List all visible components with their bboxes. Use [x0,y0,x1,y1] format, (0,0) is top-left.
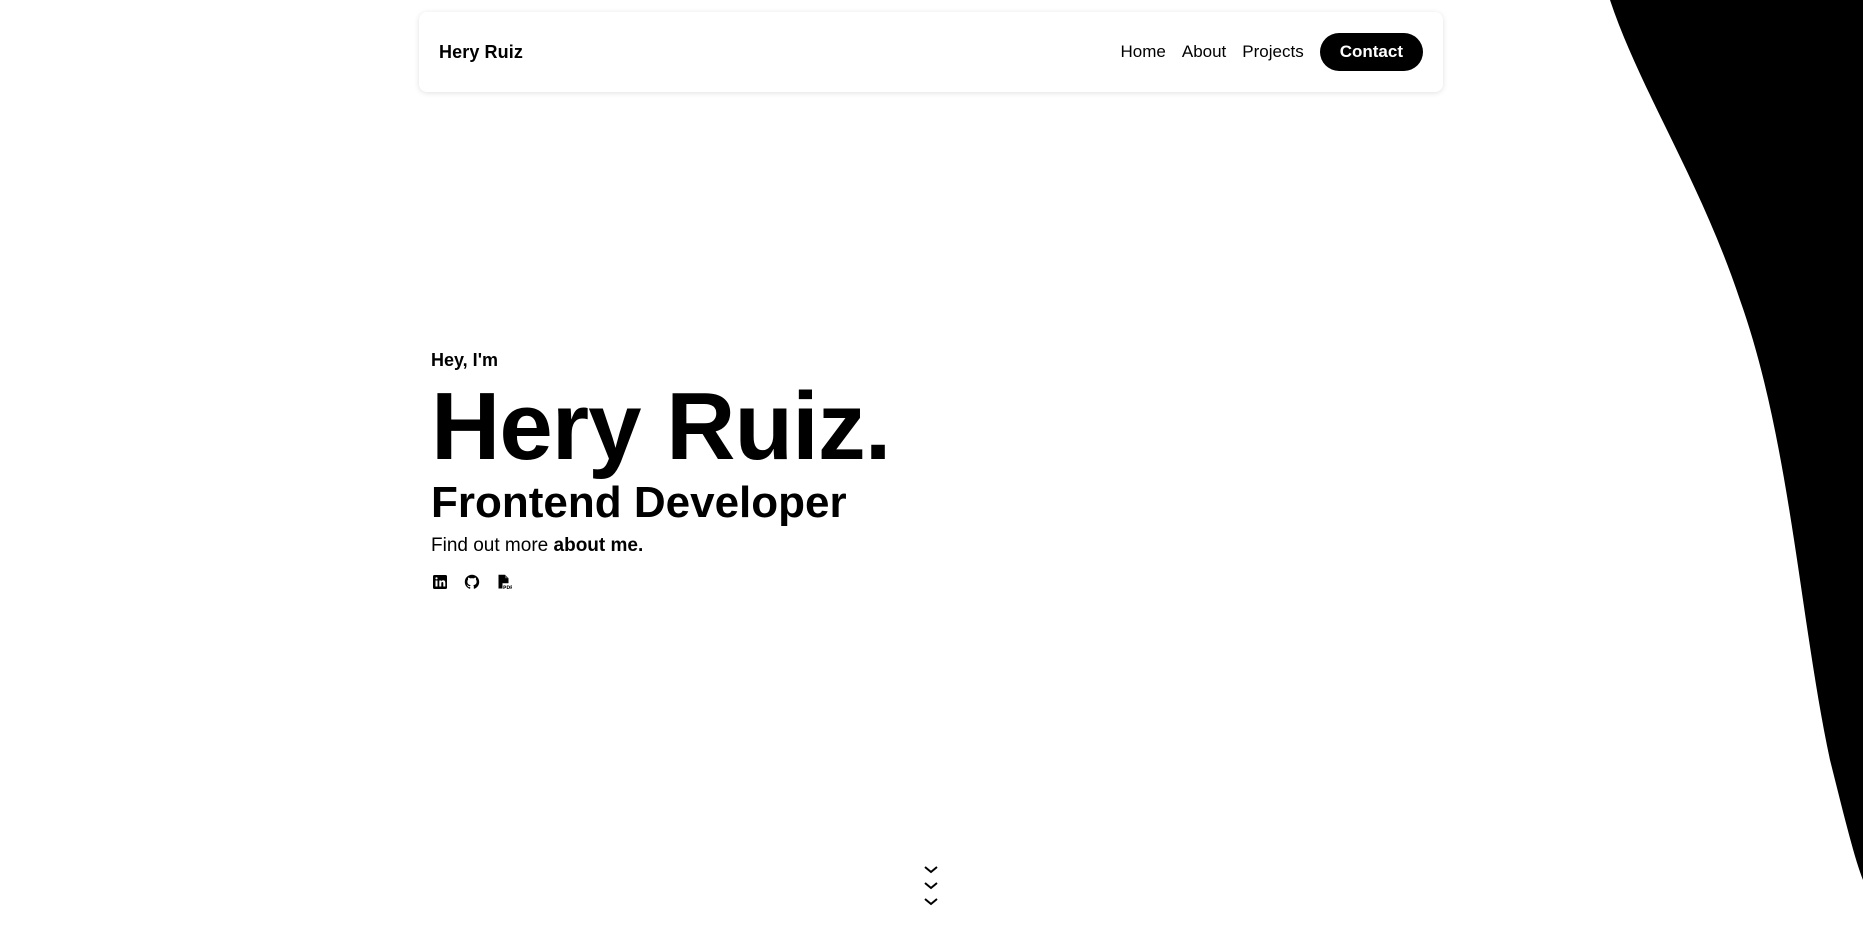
hero-name: Hery Ruiz. [431,373,891,480]
nav-projects[interactable]: Projects [1242,42,1303,62]
linkedin-icon[interactable] [431,573,449,591]
nav-home[interactable]: Home [1121,42,1166,62]
social-links: PDF [431,573,890,591]
svg-text:PDF: PDF [503,585,512,590]
hero-role: Frontend Developer [431,478,847,527]
find-out-more-prefix: Find out more [431,535,549,556]
decorative-black-wave [1610,0,1863,880]
hero-greeting: Hey, I'm [431,350,498,370]
nav-links: Home About Projects Contact [1121,33,1423,71]
brand-logo[interactable]: Hery Ruiz [439,42,523,63]
about-me-link[interactable]: about me. [554,535,644,556]
pdf-resume-icon[interactable]: PDF [495,573,513,591]
github-icon[interactable] [463,573,481,591]
chevrons-down-icon[interactable] [922,864,940,912]
nav-about[interactable]: About [1182,42,1226,62]
navbar: Hery Ruiz Home About Projects Contact [419,12,1443,92]
contact-button[interactable]: Contact [1319,33,1423,71]
hero-section: Hey, I'm Hery Ruiz. Frontend Developer F… [431,350,891,591]
find-out-more-text: Find out more about me. [431,535,890,557]
